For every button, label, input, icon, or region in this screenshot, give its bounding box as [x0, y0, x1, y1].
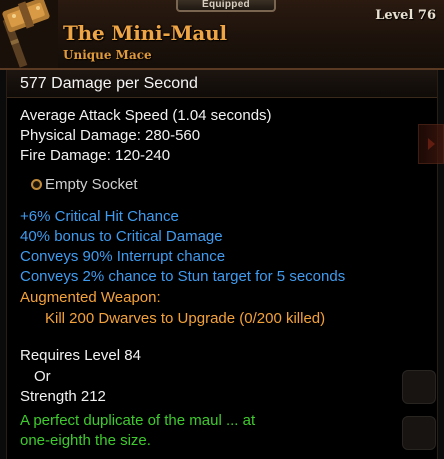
item-type: Unique Mace: [63, 48, 152, 62]
socket-label: Empty Socket: [45, 176, 138, 193]
item-level: Level 76: [375, 8, 436, 23]
mace-icon: [0, 0, 58, 68]
scroll-icon[interactable]: [402, 416, 436, 450]
dps-bar: 577 Damage per Second: [7, 70, 437, 98]
magic-property: Conveys 90% Interrupt chance: [20, 248, 226, 265]
dps-value: 577 Damage per Second: [20, 75, 198, 92]
item-name: The Mini-Maul: [63, 21, 227, 45]
empty-socket: Empty Socket: [31, 176, 138, 193]
magic-property: 40% bonus to Critical Damage: [20, 228, 223, 245]
augment-progress: Kill 200 Dwarves to Upgrade (0/200 kille…: [45, 310, 326, 327]
requirement-level: Requires Level 84: [20, 347, 141, 364]
requirement-strength: Strength 212: [20, 388, 106, 405]
attack-speed: Average Attack Speed (1.04 seconds): [20, 107, 272, 124]
fire-damage: Fire Damage: 120-240: [20, 147, 171, 164]
equipped-tab: Equipped: [176, 0, 276, 12]
flavor-text: A perfect duplicate of the maul ... at: [20, 412, 256, 429]
physical-damage: Physical Damage: 280-560: [20, 127, 201, 144]
requirement-or: Or: [34, 368, 51, 385]
socket-icon: [31, 179, 42, 190]
side-arrow-icon[interactable]: [418, 124, 444, 164]
flavor-text: one-eighth the size.: [20, 432, 151, 449]
chat-bubble-icon[interactable]: [402, 370, 436, 404]
magic-property: Conveys 2% chance to Stun target for 5 s…: [20, 268, 346, 285]
augment-title: Augmented Weapon:: [20, 289, 161, 306]
item-tooltip-body: 577 Damage per Second Average Attack Spe…: [6, 70, 438, 459]
item-header: Equipped The Mini-Maul Unique Mace Level…: [0, 0, 444, 70]
magic-property: +6% Critical Hit Chance: [20, 208, 179, 225]
